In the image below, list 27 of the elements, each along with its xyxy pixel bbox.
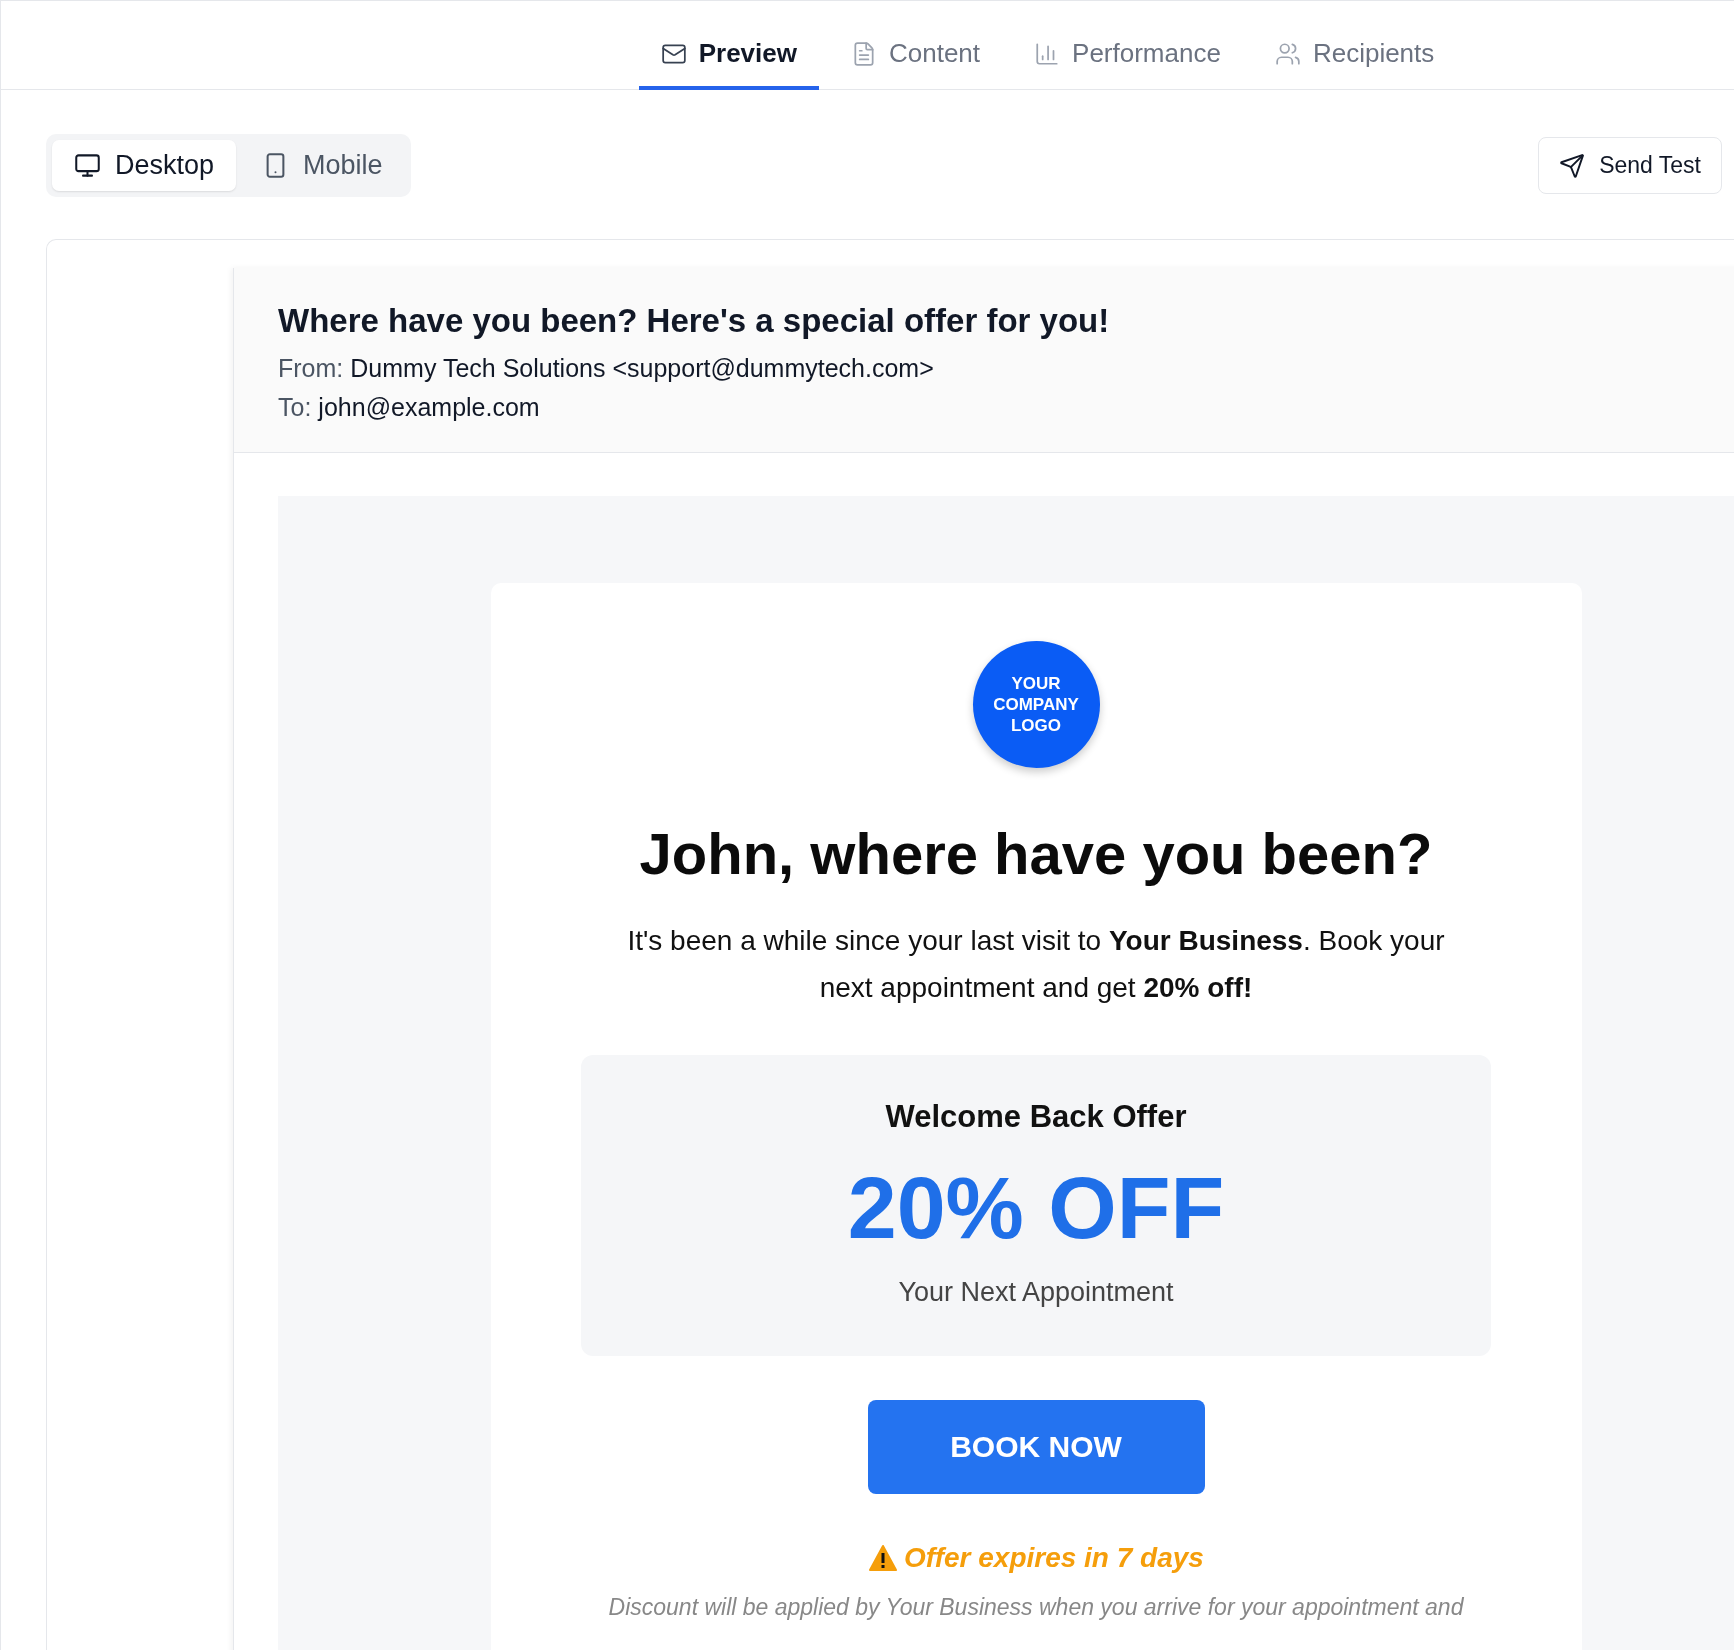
discount-amount: 20% OFF [847, 1157, 1225, 1259]
offer-subtitle: Your Next Appointment [898, 1277, 1174, 1308]
tab[interactable]: Content [829, 21, 1003, 90]
email-headline: John, where have you been? [639, 820, 1433, 887]
disclaimer-text: Discount will be applied by Your Business when you arrive for your appointment and [608, 1594, 1464, 1621]
expiry-warning: Offer expires in 7 days [904, 1542, 1204, 1574]
tab[interactable]: Performance [1012, 21, 1243, 90]
view-toggle-option[interactable]: Mobile [240, 140, 405, 191]
document-icon [851, 40, 877, 67]
paper-plane-icon [1559, 152, 1586, 179]
bar-chart-icon [1034, 40, 1061, 67]
warning-icon [868, 1544, 899, 1572]
recipient: john@example.com [318, 393, 540, 422]
intro-text: It's been a while since your last visit to Your Business. Book your next appointment and get 20% off! [626, 924, 1446, 1005]
send-test-button[interactable]: Send Test [1538, 137, 1722, 194]
sender: Dummy Tech Solutions <support@dummytech.com> [350, 354, 934, 383]
offer-title: Welcome Back Offer [885, 1099, 1187, 1135]
monitor-icon [74, 152, 101, 179]
to-label: To: [278, 393, 312, 422]
view-toggle-option[interactable]: Desktop [52, 140, 237, 191]
users-icon [1274, 40, 1301, 67]
tab[interactable]: Preview [638, 21, 819, 90]
email-subject: Where have you been? Here's a special offer for you! [278, 302, 1111, 340]
tab[interactable]: Recipients [1252, 21, 1457, 90]
from-label: From: [278, 354, 344, 383]
company-logo: YOUR COMPANY LOGO [972, 641, 1100, 768]
book-now-button[interactable]: BOOK NOW [867, 1400, 1205, 1494]
